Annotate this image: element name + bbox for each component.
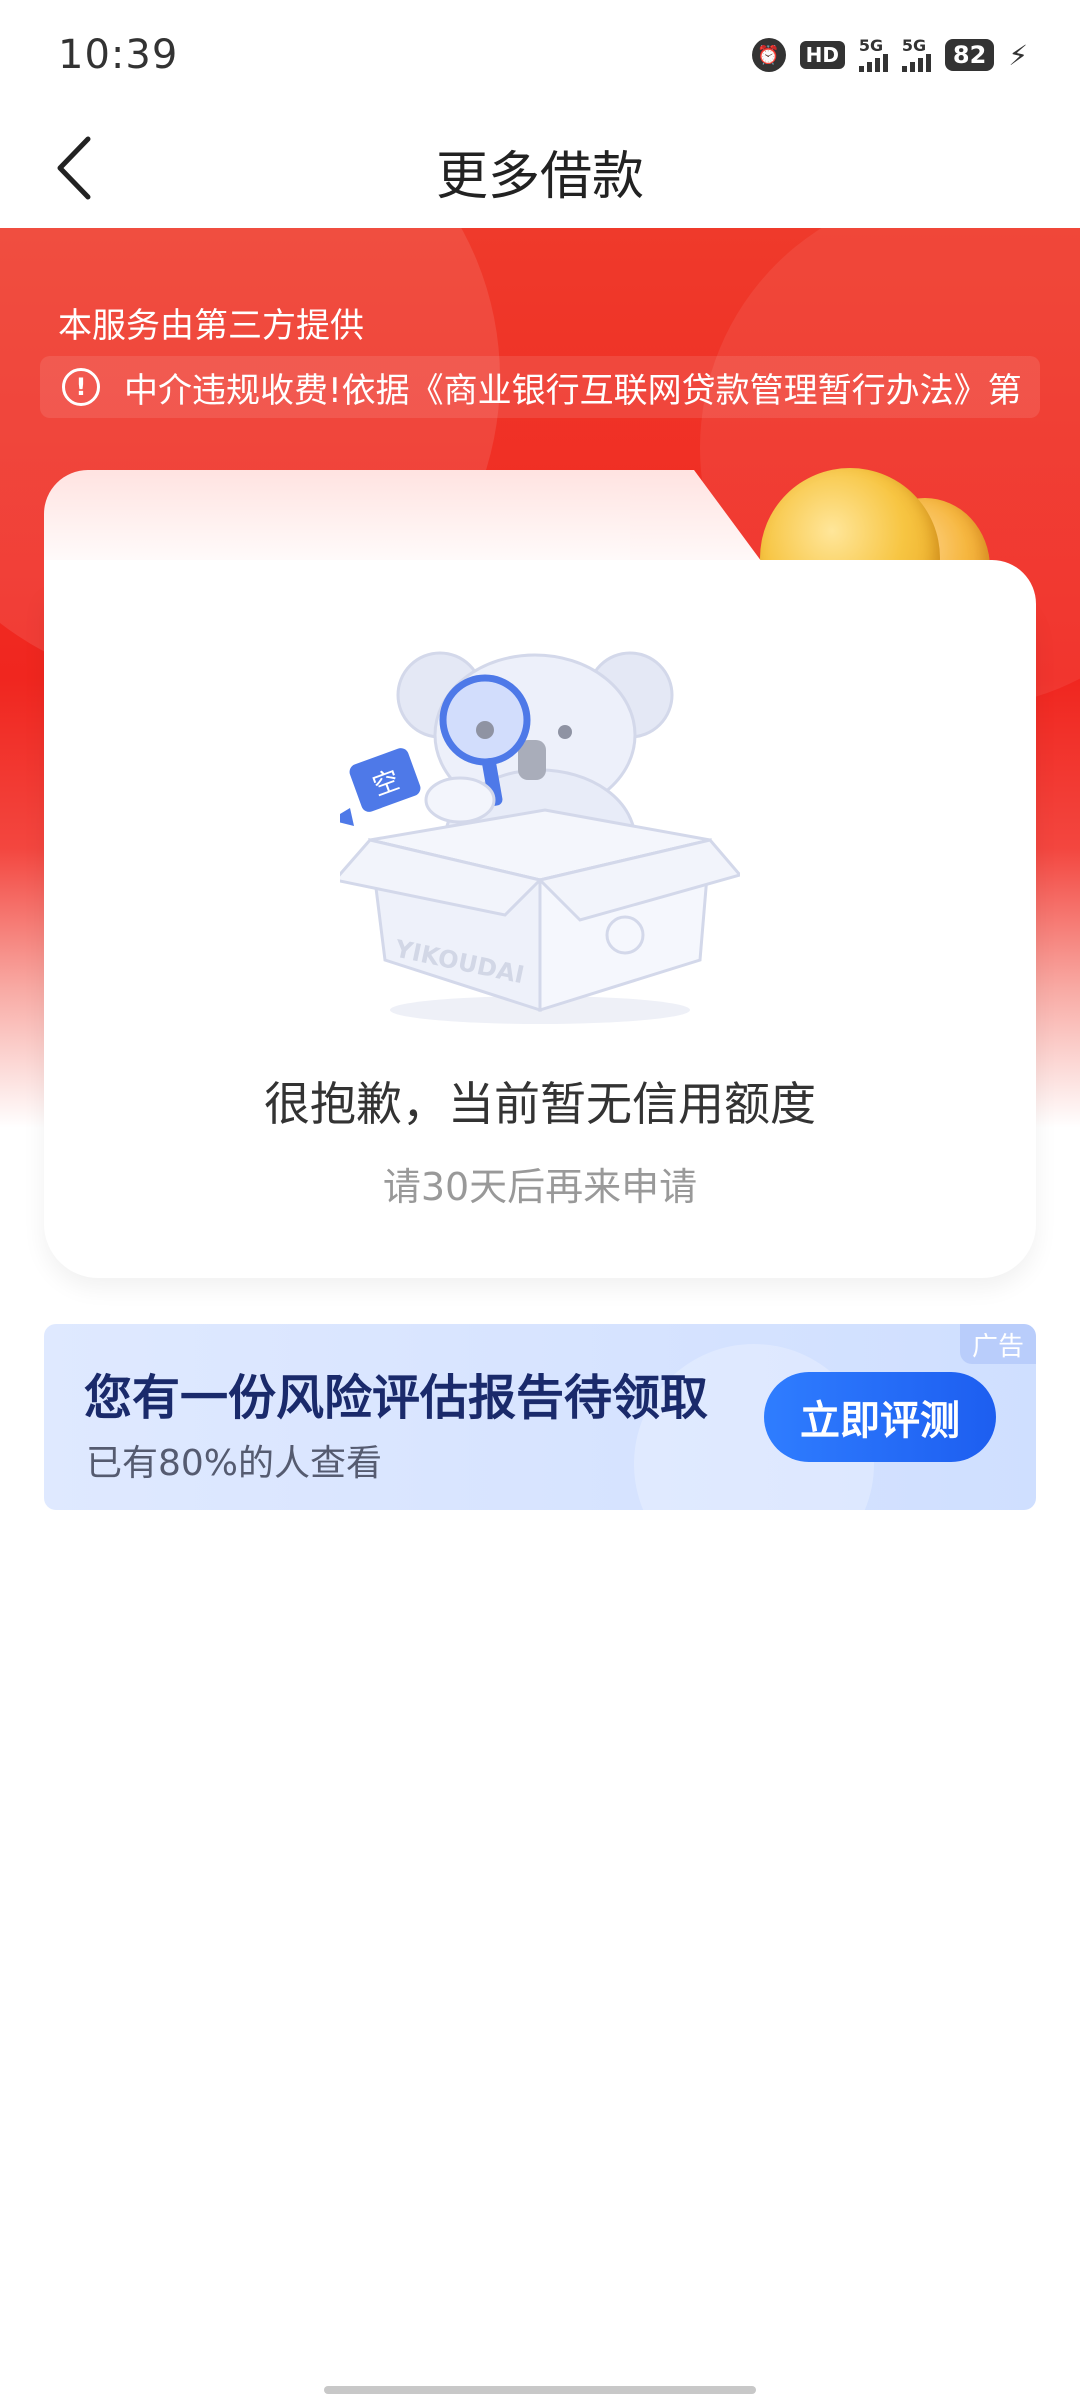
notice-marquee[interactable]: ! 中介违规收费!依据《商业银行互联网贷款管理暂行办法》第 <box>40 356 1040 418</box>
notice-text: 中介违规收费!依据《商业银行互联网贷款管理暂行办法》第 <box>124 370 1022 411</box>
battery-icon: 82 <box>944 39 995 71</box>
provider-note: 本服务由第三方提供 <box>58 306 364 346</box>
charging-icon: ⚡ <box>1008 38 1028 72</box>
status-icons: ⏰ HD 5G 5G 82 ⚡ <box>751 36 1028 72</box>
empty-state-title: 很抱歉，当前暂无信用额度 <box>264 1077 816 1131</box>
evaluate-now-button[interactable]: 立即评测 <box>764 1372 996 1462</box>
signal-5g-icon: 5G <box>901 36 931 72</box>
card-top-edge <box>44 560 1036 640</box>
koala-in-box-icon: 空 YIKOUDAI <box>340 651 740 1024</box>
alarm-icon: ⏰ <box>751 38 786 72</box>
ad-badge: 广告 <box>960 1324 1036 1364</box>
signal-5g-icon: 5G <box>858 36 888 72</box>
status-bar: 10:39 ⏰ HD 5G 5G 82 ⚡ <box>0 0 1080 110</box>
empty-state-subtitle: 请30天后再来申请 <box>382 1165 698 1209</box>
status-time: 10:39 <box>58 32 179 78</box>
home-indicator[interactable] <box>324 2386 756 2394</box>
ad-subtitle: 已有80%的人查看 <box>86 1443 383 1484</box>
ad-title: 您有一份风险评估报告待领取 <box>84 1370 709 1426</box>
signal-label: 5G <box>901 36 927 55</box>
nav-bar: 更多借款 <box>0 110 1080 228</box>
page-title: 更多借款 <box>435 147 644 207</box>
alert-circle-icon: ! <box>62 368 100 406</box>
hd-icon: HD <box>799 41 845 69</box>
signal-label: 5G <box>858 36 884 55</box>
risk-report-ad[interactable]: 您有一份风险评估报告待领取 已有80%的人查看 立即评测 广告 <box>44 1324 1036 1510</box>
